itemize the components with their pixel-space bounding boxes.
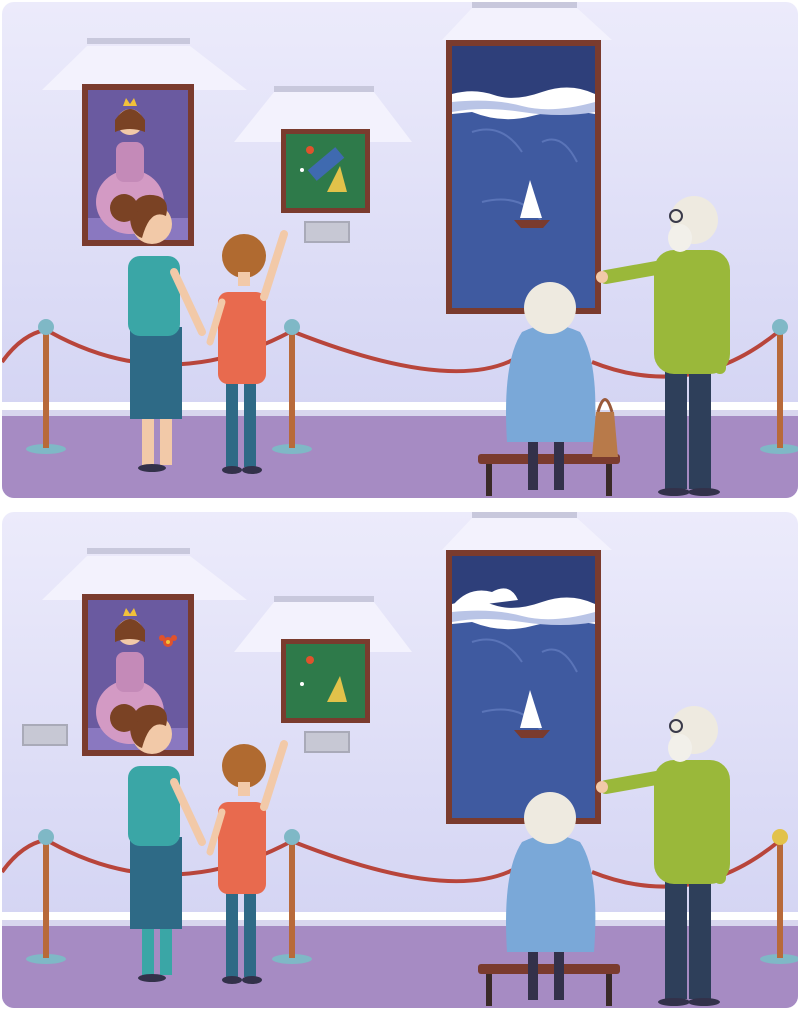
sea-painting-icon[interactable] [446, 550, 601, 824]
right-post-knob[interactable] [772, 829, 788, 845]
panel-original[interactable] [2, 2, 798, 498]
scene-modified [2, 512, 798, 1008]
abstract-painting-icon[interactable] [281, 639, 370, 723]
spotlight-icon [442, 2, 612, 40]
spotlight-icon [42, 548, 247, 600]
abstract-painting-icon[interactable] [281, 129, 370, 213]
abstract-painting-plaque [304, 221, 350, 243]
right-post-knob[interactable] [772, 319, 788, 335]
scene-original [2, 2, 798, 498]
sea-painting-icon[interactable] [446, 40, 601, 314]
spotlight-icon [42, 38, 247, 90]
spotlight-icon [442, 512, 612, 550]
princess-painting-plaque[interactable] [22, 724, 68, 746]
panel-modified[interactable] [2, 512, 798, 1008]
abstract-painting-plaque [304, 731, 350, 753]
